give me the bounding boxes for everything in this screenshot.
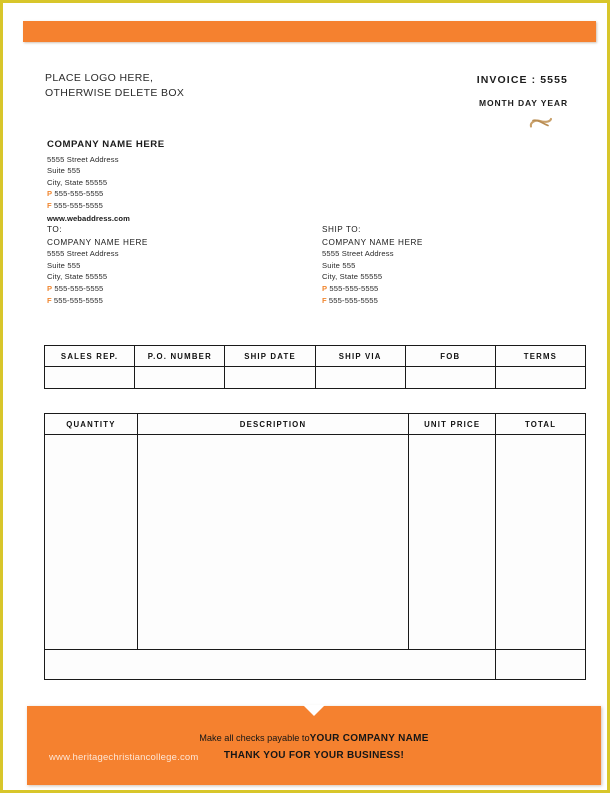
swirl-ornament-icon <box>477 116 568 132</box>
company-website[interactable]: www.webaddress.com <box>47 213 165 225</box>
invoice-meta: INVOICE : 5555 MONTH DAY YEAR <box>477 74 568 132</box>
payable-line: Make all checks payable toYOUR COMPANY N… <box>27 730 601 747</box>
cell-ship-date[interactable] <box>224 366 316 389</box>
cell-total[interactable] <box>495 434 586 650</box>
header-fob: FOB <box>404 345 496 367</box>
payable-company-name: YOUR COMPANY NAME <box>309 733 429 744</box>
header-quantity: QUANTITY <box>44 413 138 435</box>
ship-to-phone-row: P 555-555-5555 <box>322 283 423 295</box>
fax-prefix: F <box>322 295 327 305</box>
fax-prefix: F <box>47 295 52 305</box>
top-accent-band <box>23 21 596 42</box>
header-unit-price: UNIT PRICE <box>408 413 497 435</box>
bill-to-phone: 555-555-5555 <box>54 283 104 293</box>
bill-to-label: TO: <box>47 225 63 234</box>
cell-total-label[interactable] <box>43 649 497 680</box>
logo-placeholder-box[interactable]: PLACE LOGO HERE, OTHERWISE DELETE BOX <box>45 71 184 101</box>
ship-to-block: SHIP TO: COMPANY NAME HERE 5555 Street A… <box>322 224 423 306</box>
invoice-header: PLACE LOGO HERE, OTHERWISE DELETE BOX IN… <box>9 64 601 134</box>
line-items-table: QUANTITY DESCRIPTION UNIT PRICE TOTAL <box>43 413 586 680</box>
watermark-url: www.heritagechristiancollege.com <box>49 752 199 763</box>
company-street: 5555 Street Address <box>47 154 119 164</box>
bill-to-name: COMPANY NAME HERE <box>47 237 148 247</box>
bill-to-street: 5555 Street Address <box>47 249 119 259</box>
sales-rep-table: SALES REP. P.O. NUMBER SHIP DATE SHIP VI… <box>43 345 587 389</box>
footer-banner: Make all checks payable toYOUR COMPANY N… <box>27 705 601 785</box>
cell-unit-price[interactable] <box>408 434 497 650</box>
header-sales-rep: SALES REP. <box>43 345 136 367</box>
cell-po-number[interactable] <box>134 366 226 389</box>
logo-placeholder-line-1: PLACE LOGO HERE, <box>45 72 154 84</box>
table-header-row: QUANTITY DESCRIPTION UNIT PRICE TOTAL <box>44 413 586 435</box>
company-name: COMPANY NAME HERE <box>47 139 165 150</box>
notch-triangle-icon <box>303 705 325 716</box>
page-inner-frame: PLACE LOGO HERE, OTHERWISE DELETE BOX IN… <box>6 6 604 787</box>
payable-prefix: Make all checks payable to <box>199 733 310 743</box>
phone-prefix: P <box>47 189 53 199</box>
bill-to-fax-row: F 555-555-5555 <box>47 295 148 307</box>
table-row <box>43 366 587 389</box>
company-phone: 555-555-5555 <box>54 189 104 199</box>
bill-to-suite: Suite 555 <box>47 260 81 270</box>
ship-to-fax-row: F 555-555-5555 <box>322 295 423 307</box>
header-terms: TERMS <box>494 345 587 367</box>
ship-to-label: SHIP TO: <box>322 225 361 234</box>
fax-prefix: F <box>47 200 52 210</box>
company-fax-row: F 555-555-5555 <box>47 200 165 212</box>
bill-to-city-state-zip: City, State 55555 <box>47 272 108 282</box>
invoice-date: MONTH DAY YEAR <box>479 98 568 108</box>
invoice-page: PLACE LOGO HERE, OTHERWISE DELETE BOX IN… <box>0 0 610 793</box>
company-fax: 555-555-5555 <box>53 200 103 210</box>
header-total: TOTAL <box>495 413 586 435</box>
phone-prefix: P <box>47 283 53 293</box>
cell-total-amount[interactable] <box>495 649 586 680</box>
invoice-number: INVOICE : 5555 <box>476 74 568 86</box>
ship-to-suite: Suite 555 <box>322 260 356 270</box>
header-ship-date: SHIP DATE <box>224 345 316 367</box>
cell-ship-via[interactable] <box>314 366 406 389</box>
company-info-block: COMPANY NAME HERE 5555 Street Address Su… <box>47 139 165 224</box>
header-po-number: P.O. NUMBER <box>134 345 226 367</box>
logo-placeholder-line-2: OTHERWISE DELETE BOX <box>45 87 185 99</box>
bill-to-phone-row: P 555-555-5555 <box>47 283 148 295</box>
bill-to-block: TO: COMPANY NAME HERE 5555 Street Addres… <box>47 224 148 306</box>
ship-to-city-state-zip: City, State 55555 <box>322 272 383 282</box>
company-phone-row: P 555-555-5555 <box>47 188 165 200</box>
ship-to-street: 5555 Street Address <box>322 249 394 259</box>
cell-terms[interactable] <box>494 366 587 389</box>
company-suite: Suite 555 <box>47 166 81 176</box>
company-city-state-zip: City, State 55555 <box>47 177 108 187</box>
bill-to-fax: 555-555-5555 <box>53 295 103 305</box>
cell-sales-rep[interactable] <box>43 366 136 389</box>
phone-prefix: P <box>322 283 328 293</box>
cell-fob[interactable] <box>404 366 496 389</box>
table-header-row: SALES REP. P.O. NUMBER SHIP DATE SHIP VI… <box>43 345 587 367</box>
header-ship-via: SHIP VIA <box>314 345 406 367</box>
cell-description[interactable] <box>136 434 410 650</box>
ship-to-phone: 555-555-5555 <box>329 283 379 293</box>
ship-to-name: COMPANY NAME HERE <box>322 237 423 247</box>
table-row <box>44 434 586 650</box>
cell-quantity[interactable] <box>44 434 138 650</box>
grand-total-row <box>43 649 586 680</box>
ship-to-fax: 555-555-5555 <box>328 295 378 305</box>
header-description: DESCRIPTION <box>136 413 410 435</box>
